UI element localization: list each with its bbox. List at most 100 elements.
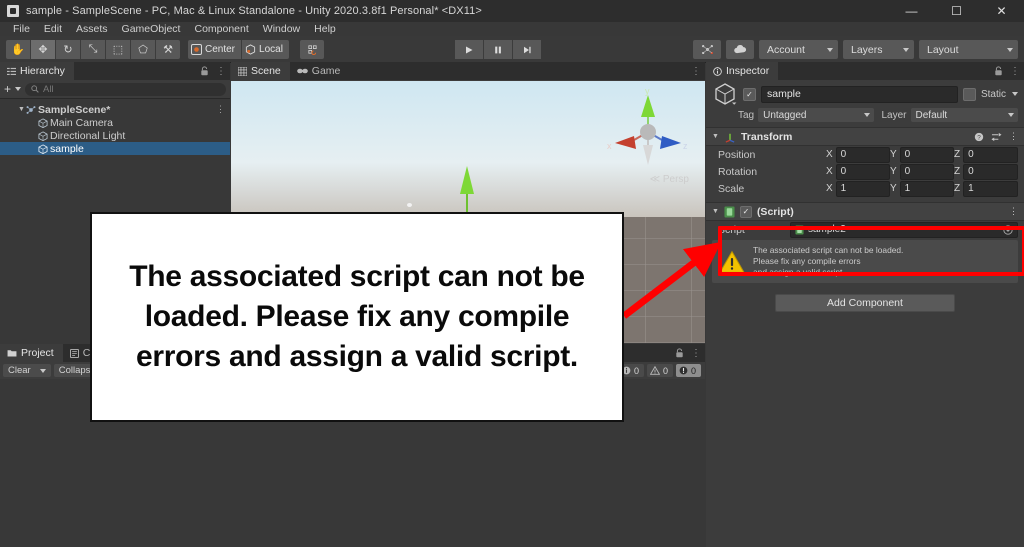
script-icon [724, 206, 735, 218]
tab-game[interactable]: Game [289, 62, 350, 80]
grid-snapping-icon[interactable] [300, 40, 324, 59]
scale-z-input[interactable]: 1 [963, 180, 1018, 197]
minimize-button[interactable]: — [889, 0, 934, 22]
gameobject-icon [38, 118, 48, 128]
object-picker-icon[interactable] [1003, 224, 1013, 235]
layout-label: Layout [927, 43, 959, 56]
console-icon [69, 348, 79, 358]
gameobject-name-input[interactable]: sample [761, 85, 958, 103]
space-mode-button[interactable]: Local [242, 40, 289, 59]
account-dropdown[interactable]: Account [759, 40, 838, 59]
menu-assets[interactable]: Assets [69, 22, 115, 36]
layout-dropdown[interactable]: Layout [919, 40, 1018, 59]
script-component-header[interactable]: ▼ ✓ (Script) ⋮ [706, 202, 1024, 221]
script-value: sample2 [808, 224, 846, 235]
collab-icon[interactable] [693, 40, 721, 59]
static-dropdown[interactable]: Static [981, 89, 1018, 100]
menu-edit[interactable]: Edit [37, 22, 69, 36]
hierarchy-search-input[interactable]: All [25, 82, 226, 96]
gameobject-enabled-checkbox[interactable]: ✓ [743, 87, 756, 101]
pivot-mode-button[interactable]: Center [188, 40, 243, 59]
svg-text:z: z [683, 141, 688, 151]
hierarchy-toolbar: + All [0, 80, 230, 99]
rotation-z-input[interactable]: 0 [963, 163, 1018, 180]
console-message-counts: 0 0 0 [618, 364, 701, 377]
rotation-y-input[interactable]: 0 [899, 163, 954, 180]
scene-orientation-gizmo[interactable]: y x z [605, 87, 691, 169]
rect-tool-button[interactable]: ⬚ [106, 40, 131, 59]
chevron-down-icon [1008, 113, 1014, 117]
move-tool-button[interactable]: ✥ [31, 40, 56, 59]
kebab-icon[interactable]: ⋮ [216, 104, 225, 115]
kebab-icon[interactable]: ⋮ [691, 66, 701, 77]
tab-scene[interactable]: Scene [231, 62, 290, 80]
menu-window[interactable]: Window [256, 22, 307, 36]
callout-box: The associated script can not be loaded.… [90, 212, 624, 422]
axis-z-label: Z [954, 183, 961, 194]
light-gizmo [407, 203, 412, 207]
rotate-tool-button[interactable]: ↻ [56, 40, 81, 59]
transform-component-header[interactable]: ▼ Transform ? ⋮ [706, 127, 1024, 146]
error-count-button[interactable]: 0 [675, 364, 701, 377]
chevron-down-icon[interactable]: ▼ [712, 208, 719, 215]
scale-x-input[interactable]: 1 [835, 180, 890, 197]
close-button[interactable]: ✕ [979, 0, 1024, 22]
maximize-button[interactable]: ☐ [934, 0, 979, 22]
layers-dropdown[interactable]: Layers [843, 40, 914, 59]
menu-help[interactable]: Help [307, 22, 343, 36]
custom-tool-button[interactable]: ⚒ [156, 40, 180, 59]
tab-inspector[interactable]: Inspector [706, 62, 779, 80]
lock-icon[interactable] [675, 348, 684, 358]
add-component-button[interactable]: Add Component [775, 294, 955, 313]
scale-y-input[interactable]: 1 [899, 180, 954, 197]
lock-icon[interactable] [200, 66, 209, 76]
tab-hierarchy[interactable]: Hierarchy [0, 62, 74, 80]
hierarchy-row-samplescene[interactable]: ▼ SampleScene* ⋮ [0, 103, 230, 116]
axis-y-label: Y [890, 166, 897, 177]
step-button[interactable] [513, 40, 541, 59]
position-y-input[interactable]: 0 [899, 146, 954, 163]
tab-project-label: Project [21, 347, 54, 359]
lock-icon[interactable] [994, 66, 1003, 76]
warning-count-button[interactable]: 0 [646, 364, 673, 377]
script-object-field[interactable]: sample2 [790, 221, 1018, 238]
hierarchy-row-directional-light[interactable]: Directional Light [0, 129, 230, 142]
kebab-icon[interactable]: ⋮ [691, 348, 701, 359]
rotation-x-input[interactable]: 0 [835, 163, 890, 180]
kebab-icon[interactable]: ⋮ [216, 66, 226, 77]
tag-label: Tag [738, 109, 755, 121]
kebab-icon[interactable]: ⋮ [1009, 206, 1018, 217]
chevron-down-icon[interactable]: ▼ [18, 106, 26, 113]
hierarchy-row-label: SampleScene* [38, 103, 111, 116]
hierarchy-add-button[interactable]: + [4, 82, 22, 96]
menu-component[interactable]: Component [187, 22, 255, 36]
search-icon [31, 85, 39, 93]
tag-dropdown[interactable]: Untagged [758, 108, 874, 122]
kebab-icon[interactable]: ⋮ [1009, 131, 1018, 142]
transform-tool-button[interactable]: ⬠ [131, 40, 156, 59]
script-warning-box: The associated script can not be loaded.… [712, 240, 1018, 284]
preset-icon[interactable] [991, 132, 1002, 142]
gameobject-icon [712, 81, 738, 107]
tab-project[interactable]: Project [0, 344, 63, 362]
menu-gameobject[interactable]: GameObject [115, 22, 188, 36]
position-z-input[interactable]: 0 [963, 146, 1018, 163]
chevron-down-icon[interactable]: ▼ [712, 133, 719, 140]
axis-x-label: X [826, 149, 833, 160]
perspective-label[interactable]: ≪ Persp [650, 174, 689, 185]
hierarchy-row-main-camera[interactable]: Main Camera [0, 116, 230, 129]
clear-button[interactable]: Clear [3, 364, 51, 377]
hierarchy-row-sample[interactable]: sample [0, 142, 230, 155]
hand-tool-button[interactable]: ✋ [6, 40, 31, 59]
position-x-input[interactable]: 0 [835, 146, 890, 163]
script-enabled-checkbox[interactable]: ✓ [739, 205, 752, 218]
play-button[interactable] [455, 40, 484, 59]
scale-tool-button[interactable]: ⤡ [81, 40, 106, 59]
pause-button[interactable] [484, 40, 513, 59]
menu-file[interactable]: File [6, 22, 37, 36]
help-icon[interactable]: ? [974, 132, 984, 142]
cloud-icon[interactable] [726, 40, 754, 59]
kebab-icon[interactable]: ⋮ [1010, 66, 1020, 77]
layer-dropdown[interactable]: Default [910, 108, 1018, 122]
static-checkbox[interactable] [962, 87, 976, 101]
